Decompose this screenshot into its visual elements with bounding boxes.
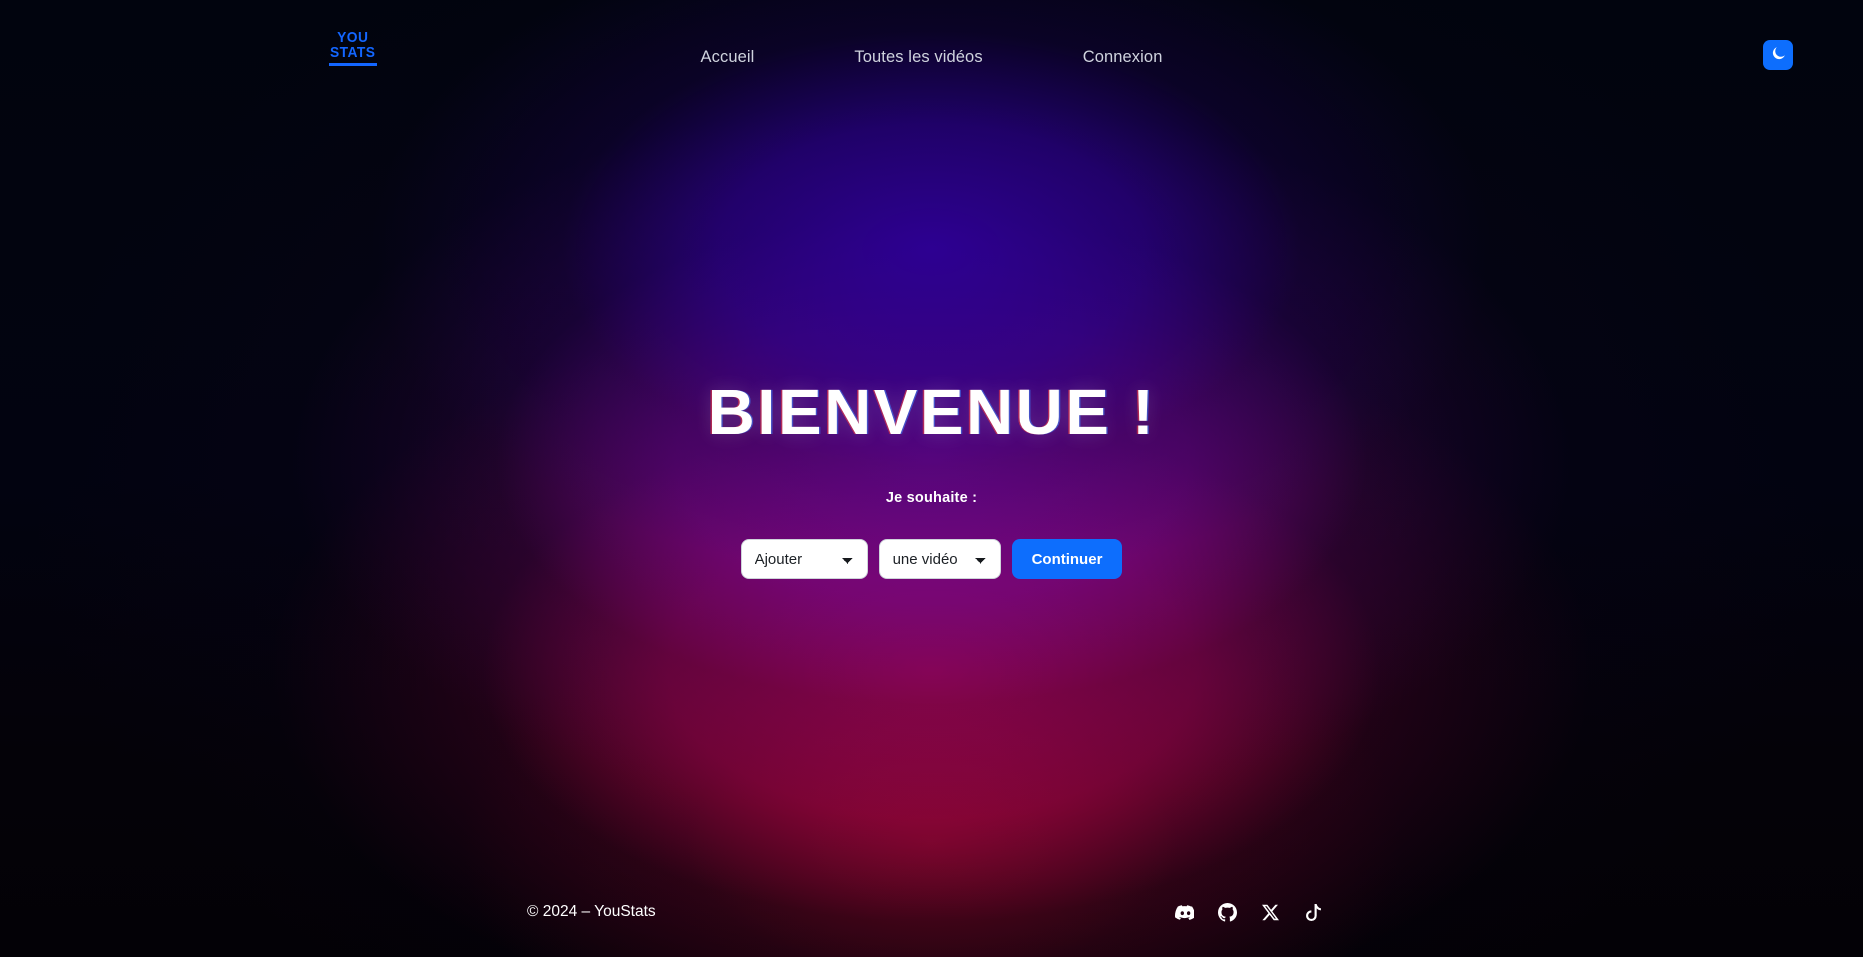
copyright-text: © 2024 – YouStats — [527, 903, 656, 920]
moon-icon — [1771, 46, 1786, 64]
site-header: YOU STATS Accueil Toutes les vidéos Conn… — [0, 0, 1863, 115]
tiktok-icon[interactable] — [1303, 902, 1323, 922]
x-icon[interactable] — [1260, 902, 1280, 922]
nav-link-accueil[interactable]: Accueil — [701, 48, 755, 67]
theme-toggle-button[interactable] — [1763, 40, 1793, 70]
nav-link-connexion[interactable]: Connexion — [1083, 48, 1163, 67]
action-select[interactable]: AjouterModifierSupprimer — [740, 539, 868, 579]
main-navigation: Accueil Toutes les vidéos Connexion — [0, 0, 1863, 115]
social-links — [1174, 902, 1323, 922]
main-content: BIENVENUE ! Je souhaite : AjouterModifie… — [0, 115, 1863, 867]
target-select[interactable]: une vidéoune chaîneune playlist — [878, 539, 1001, 579]
discord-icon[interactable] — [1174, 902, 1194, 922]
intent-form: AjouterModifierSupprimer une vidéoune ch… — [740, 539, 1123, 579]
continue-button[interactable]: Continuer — [1011, 539, 1123, 579]
nav-link-toutes-les-videos[interactable]: Toutes les vidéos — [854, 48, 982, 67]
page-title: BIENVENUE ! — [707, 376, 1156, 448]
page-root: YOU STATS Accueil Toutes les vidéos Conn… — [0, 0, 1863, 957]
github-icon[interactable] — [1217, 902, 1237, 922]
site-footer: © 2024 – YouStats — [0, 867, 1863, 957]
hero-subtitle: Je souhaite : — [885, 490, 978, 506]
